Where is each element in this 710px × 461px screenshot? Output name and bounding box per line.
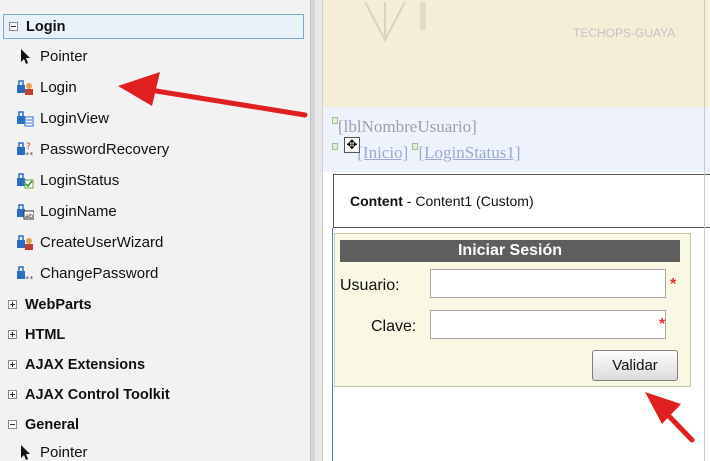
red-arrow-icon: [645, 392, 695, 443]
annotation-arrows: [118, 72, 695, 443]
red-arrow-icon: [118, 72, 308, 118]
